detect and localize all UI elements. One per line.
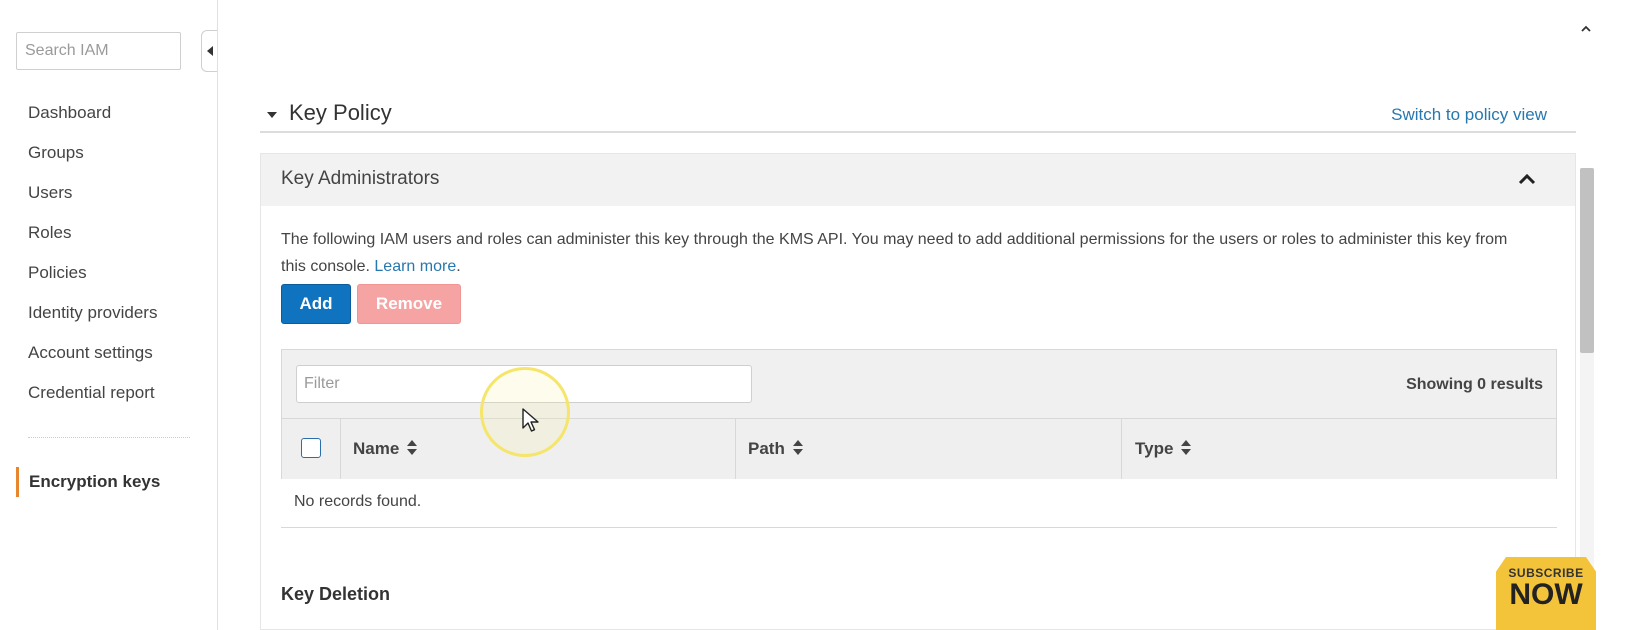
sidebar-divider xyxy=(28,437,190,438)
subscribe-now-label: NOW xyxy=(1509,578,1583,611)
collapse-sidebar-button[interactable] xyxy=(201,30,217,72)
page-scrollbar[interactable] xyxy=(1576,18,1596,630)
sort-icon xyxy=(1181,439,1192,456)
scroll-up-arrow-icon[interactable] xyxy=(1581,24,1591,34)
column-header-type[interactable]: Type xyxy=(1135,419,1192,479)
sidebar-item-account-settings[interactable]: Account settings xyxy=(0,338,217,378)
panel-header: Key Administrators xyxy=(261,154,1575,206)
sidebar-item-encryption-keys[interactable]: Encryption keys xyxy=(16,467,160,497)
select-all-checkbox[interactable] xyxy=(301,438,321,458)
column-divider xyxy=(735,419,736,479)
column-header-name[interactable]: Name xyxy=(353,419,418,479)
column-divider xyxy=(1121,419,1122,479)
period: . xyxy=(456,258,461,275)
subscribe-badge[interactable]: SUBSCRIBE NOW xyxy=(1496,557,1596,630)
sidebar-nav: Dashboard Groups Users Roles Policies Id… xyxy=(0,98,217,418)
caret-left-icon xyxy=(206,46,213,56)
column-divider xyxy=(340,419,341,479)
search-input[interactable] xyxy=(16,32,181,70)
table-header: Name Path Type xyxy=(282,418,1556,479)
results-count: Showing 0 results xyxy=(1406,376,1543,393)
table-bottom-divider xyxy=(281,527,1557,528)
scroll-thumb[interactable] xyxy=(1580,168,1594,353)
caret-down-icon[interactable] xyxy=(267,112,277,118)
column-label: Name xyxy=(353,439,400,458)
administrators-table: Showing 0 results Name Path Type xyxy=(281,349,1557,479)
column-label: Type xyxy=(1135,439,1174,458)
sort-icon xyxy=(792,439,803,456)
key-deletion-title: Key Deletion xyxy=(281,584,391,604)
mouse-pointer-icon xyxy=(522,408,539,432)
sidebar-item-policies[interactable]: Policies xyxy=(0,258,217,298)
learn-more-link[interactable]: Learn more xyxy=(374,258,456,275)
key-administrators-panel: Key Administrators The following IAM use… xyxy=(260,153,1576,630)
sidebar-item-identity-providers[interactable]: Identity providers xyxy=(0,298,217,338)
sidebar-item-credential-report[interactable]: Credential report xyxy=(0,378,217,418)
chevron-up-icon[interactable] xyxy=(1515,168,1539,192)
key-policy-header: Key Policy Switch to policy view xyxy=(260,97,1576,133)
sidebar-item-users[interactable]: Users xyxy=(0,178,217,218)
column-header-path[interactable]: Path xyxy=(748,419,803,479)
sort-icon xyxy=(407,439,418,456)
empty-state-text: No records found. xyxy=(294,493,422,510)
sidebar-item-roles[interactable]: Roles xyxy=(0,218,217,258)
sidebar-item-groups[interactable]: Groups xyxy=(0,138,217,178)
section-title: Key Policy xyxy=(289,100,392,125)
add-button[interactable]: Add xyxy=(281,284,351,324)
switch-to-policy-view-link[interactable]: Switch to policy view xyxy=(1391,105,1547,125)
remove-button[interactable]: Remove xyxy=(357,284,461,324)
panel-title: Key Administrators xyxy=(281,168,440,189)
description-text: The following IAM users and roles can ad… xyxy=(281,231,1508,275)
panel-description: The following IAM users and roles can ad… xyxy=(281,226,1531,280)
column-label: Path xyxy=(748,439,785,458)
sidebar-item-dashboard[interactable]: Dashboard xyxy=(0,98,217,138)
sidebar: Dashboard Groups Users Roles Policies Id… xyxy=(0,0,218,630)
